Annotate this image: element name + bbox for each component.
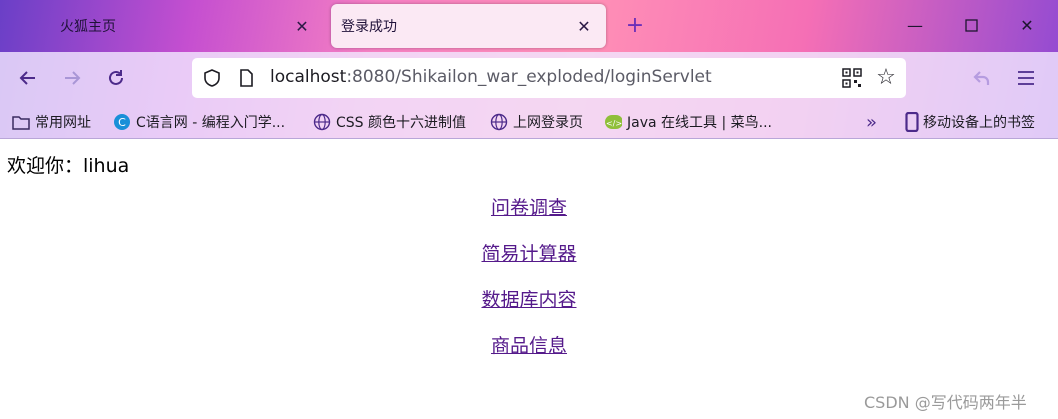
c-site-icon: C (113, 113, 131, 131)
back-button[interactable] (12, 62, 44, 94)
bookmarks-toolbar: 常用网址 C C语言网 - 编程入门学... CSS 颜色十六进制值 上网登录页… (0, 104, 1058, 138)
database-content-link[interactable]: 数据库内容 (0, 288, 1058, 312)
toolbar-divider (0, 138, 1058, 139)
close-tab-icon[interactable]: ✕ (290, 14, 314, 38)
tab-title: 登录成功 (341, 19, 397, 35)
back-arrow-icon (19, 71, 35, 85)
welcome-text: 欢迎你：lihua (7, 155, 130, 177)
url-host: localhost (270, 67, 347, 87)
calculator-link[interactable]: 简易计算器 (0, 242, 1058, 266)
globe-icon (313, 113, 331, 131)
bookmark-css-colors[interactable]: CSS 颜色十六进制值 (313, 112, 466, 132)
url-path: :8080/Shikailon_war_exploded/loginServle… (346, 67, 712, 87)
bookmark-label: CSS 颜色十六进制值 (336, 115, 466, 131)
page-links: 问卷调查 简易计算器 数据库内容 商品信息 (0, 196, 1058, 380)
product-info-link[interactable]: 商品信息 (0, 334, 1058, 358)
maximize-icon (964, 18, 978, 32)
undo-close-button[interactable] (966, 62, 998, 94)
tab-home[interactable]: 火狐主页 ✕ (40, 4, 324, 48)
qr-code-icon[interactable] (842, 68, 862, 88)
page-info-icon[interactable] (236, 68, 256, 88)
bookmark-label: Java 在线工具 | 菜鸟... (627, 115, 772, 131)
bookmark-star-icon[interactable]: ☆ (874, 66, 898, 90)
address-bar[interactable]: localhost:8080/Shikailon_war_exploded/lo… (192, 58, 906, 98)
mobile-icon (903, 112, 921, 132)
tab-title: 火狐主页 (60, 19, 116, 35)
bookmarks-overflow-button[interactable]: » (866, 111, 878, 133)
csdn-watermark: CSDN @写代码两年半 (864, 393, 1027, 412)
url-text[interactable]: localhost:8080/Shikailon_war_exploded/lo… (270, 67, 712, 87)
browser-chrome: 火狐主页 ✕ 登录成功 ✕ + — ✕ localhost:8080/Shika… (0, 0, 1058, 139)
bookmark-label: 常用网址 (35, 115, 91, 131)
svg-text:C: C (118, 116, 126, 129)
reload-icon (109, 70, 123, 85)
minimize-button[interactable]: — (900, 10, 930, 40)
menu-button[interactable] (1010, 62, 1042, 94)
tab-login-success[interactable]: 登录成功 ✕ (331, 4, 606, 48)
bookmark-label: C语言网 - 编程入门学... (136, 115, 286, 131)
folder-icon (12, 113, 30, 131)
svg-text:</>: </> (606, 119, 622, 128)
bookmark-folder-common[interactable]: 常用网址 (12, 112, 91, 132)
close-window-button[interactable]: ✕ (1012, 10, 1042, 40)
forward-arrow-icon (65, 71, 81, 85)
undo-arrow-icon (973, 71, 990, 85)
survey-link[interactable]: 问卷调查 (0, 196, 1058, 220)
bookmark-label: 移动设备上的书签 (923, 115, 1035, 131)
hamburger-menu-icon (1018, 71, 1034, 85)
forward-button[interactable] (56, 62, 88, 94)
bookmark-label: 上网登录页 (513, 115, 583, 131)
close-tab-icon[interactable]: ✕ (572, 14, 596, 38)
runoob-icon: </> (604, 113, 622, 131)
double-chevron-right-icon: » (866, 111, 878, 133)
globe-icon (490, 113, 508, 131)
reload-button[interactable] (100, 62, 132, 94)
bookmark-java-tool[interactable]: </> Java 在线工具 | 菜鸟... (604, 112, 772, 132)
bookmark-c-language[interactable]: C C语言网 - 编程入门学... (113, 112, 285, 132)
bookmark-login-page[interactable]: 上网登录页 (490, 112, 583, 132)
new-tab-button[interactable]: + (622, 12, 648, 38)
maximize-button[interactable] (956, 10, 986, 40)
bookmark-mobile[interactable]: 移动设备上的书签 (903, 112, 1035, 132)
shield-icon[interactable] (202, 68, 222, 88)
